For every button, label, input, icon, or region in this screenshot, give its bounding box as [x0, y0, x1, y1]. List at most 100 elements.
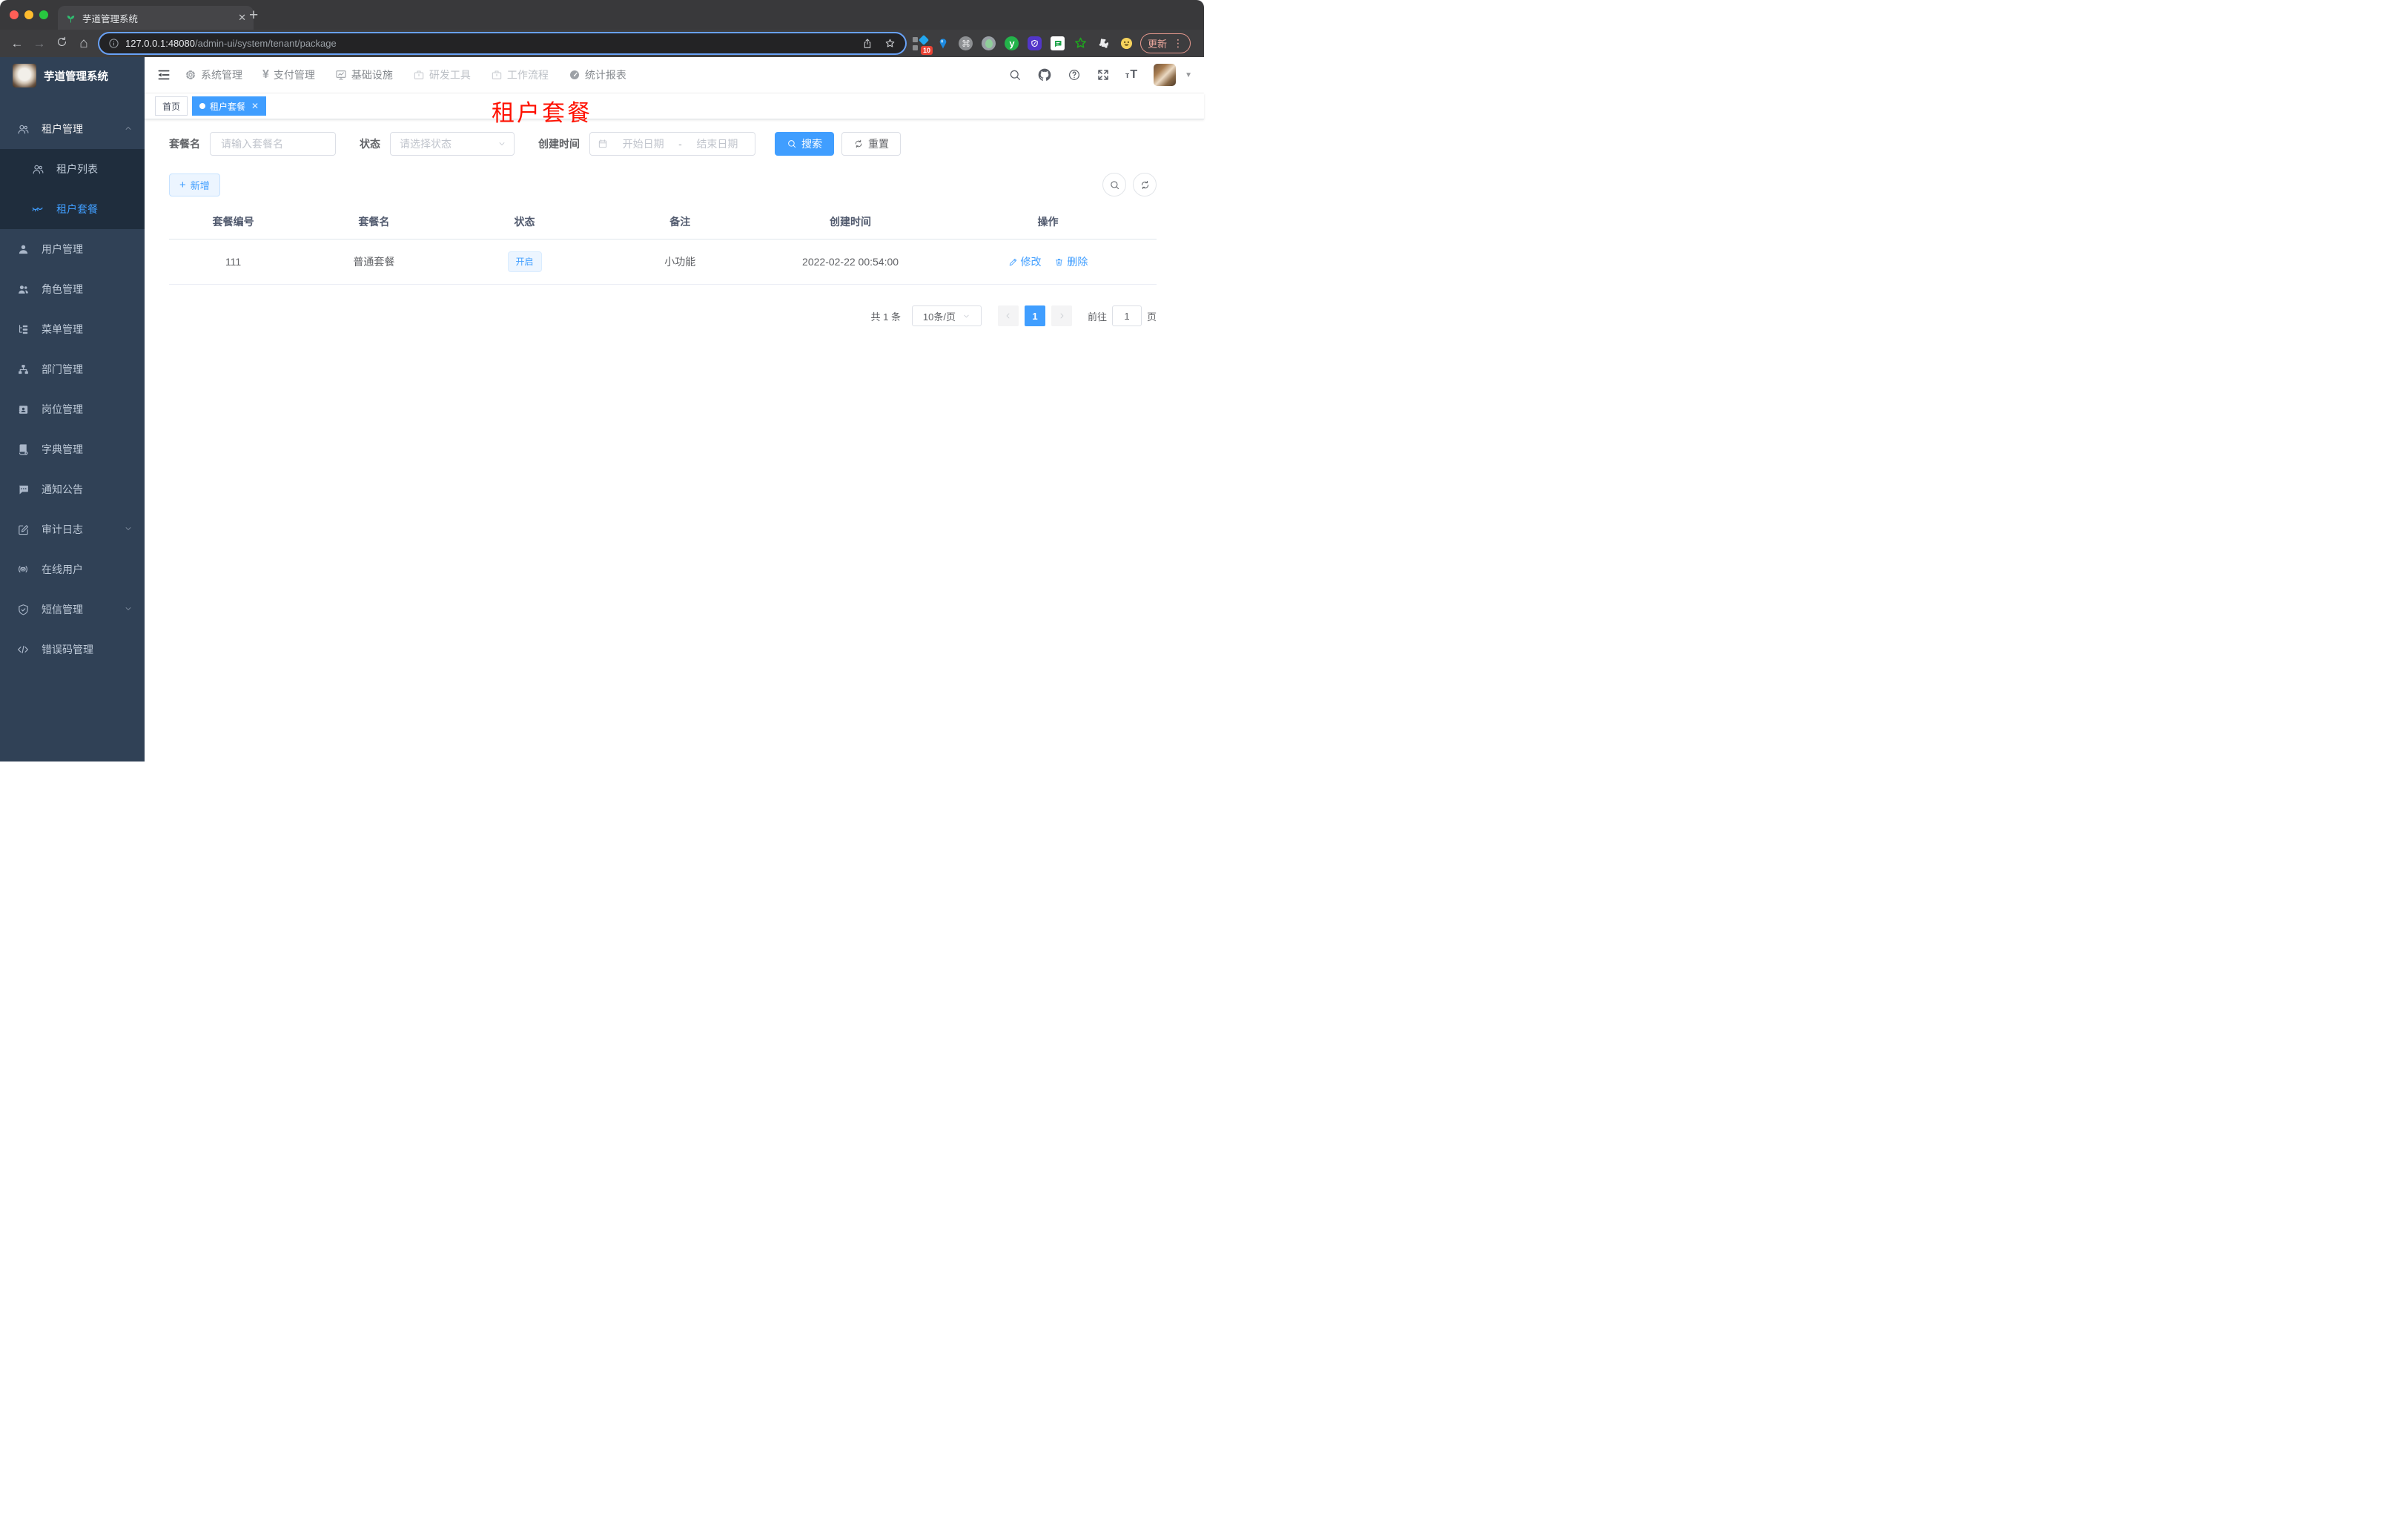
chevron-down-icon [964, 314, 969, 317]
kebab-menu-icon[interactable]: ⋮ [1173, 37, 1183, 50]
sidebar-item-sms-management[interactable]: 短信管理 [0, 589, 145, 630]
sidebar-item-department-management[interactable]: 部门管理 [0, 349, 145, 389]
sidebar-item-tenant-package[interactable]: 租户套餐 [0, 189, 145, 229]
sidebar-item-errorcode-management[interactable]: 错误码管理 [0, 630, 145, 670]
command-extension-icon[interactable]: ⌘ [959, 36, 973, 51]
chevron-left-icon [1006, 313, 1010, 319]
collapse-sidebar-icon[interactable] [156, 67, 171, 82]
org-icon [15, 363, 31, 376]
nav-item-payment[interactable]: ¥ 支付管理 [262, 67, 315, 82]
sidebar-item-menu-management[interactable]: 菜单管理 [0, 309, 145, 349]
smiley-extension-icon[interactable] [1119, 36, 1134, 51]
star-extension-icon[interactable] [1074, 36, 1088, 51]
puzzle-extension-icon[interactable] [1096, 36, 1111, 51]
toggle-search-button[interactable] [1102, 173, 1126, 196]
sidebar-item-audit-log[interactable]: 审计日志 [0, 509, 145, 549]
page-size-value: 10条/页 [922, 311, 956, 323]
nav-item-devtools[interactable]: 研发工具 [413, 67, 471, 82]
status-select[interactable]: 请选择状态 [390, 132, 515, 156]
tag-home[interactable]: 首页 [155, 96, 188, 116]
reset-button[interactable]: 重置 [841, 132, 901, 156]
next-page-button[interactable] [1051, 305, 1072, 326]
sidebar-item-post-management[interactable]: 岗位管理 [0, 389, 145, 429]
sidebar-item-label: 审计日志 [42, 523, 83, 535]
cell-package-id: 111 [169, 239, 298, 285]
nav-item-workflow[interactable]: 工作流程 [491, 67, 549, 82]
tag-close-icon[interactable]: ✕ [251, 101, 259, 111]
github-icon[interactable] [1037, 67, 1052, 82]
nav-item-infrastructure[interactable]: 基础设施 [335, 67, 393, 82]
sidebar-item-dict-management[interactable]: 字典管理 [0, 429, 145, 469]
sidebar-item-role-management[interactable]: 角色管理 [0, 269, 145, 309]
col-package-id: 套餐编号 [169, 205, 298, 239]
badge-icon [15, 403, 31, 416]
people-icon [15, 123, 31, 136]
sidebar-item-notice[interactable]: 通知公告 [0, 469, 145, 509]
sidebar-item-tenant-management[interactable]: 租户管理 [0, 109, 145, 149]
help-icon[interactable] [1068, 68, 1081, 82]
search-icon[interactable] [1008, 68, 1022, 82]
refresh-table-button[interactable] [1133, 173, 1157, 196]
maximize-window-button[interactable] [39, 10, 48, 19]
nav-item-system[interactable]: 系统管理 [185, 67, 242, 82]
y-extension-icon[interactable]: y [1005, 36, 1019, 51]
prev-page-button[interactable] [997, 305, 1019, 326]
status-badge[interactable]: 开启 [507, 251, 542, 272]
sidebar-item-tenant-list[interactable]: 租户列表 [0, 149, 145, 189]
date-start-placeholder[interactable]: 开始日期 [613, 136, 673, 151]
sidebar-item-label: 在线用户 [42, 564, 83, 575]
shield-check-icon [15, 604, 31, 616]
edit-link[interactable]: 修改 [1008, 254, 1042, 269]
package-name-input[interactable] [219, 137, 326, 151]
nav-item-reports[interactable]: 统计报表 [569, 67, 626, 82]
user-icon [15, 243, 31, 256]
balloon-extension-icon[interactable] [936, 36, 950, 51]
share-icon[interactable] [861, 38, 873, 50]
page-size-select[interactable]: 10条/页 [911, 305, 982, 326]
delete-link[interactable]: 删除 [1054, 254, 1088, 269]
col-remark: 备注 [598, 205, 762, 239]
forward-button[interactable]: → [28, 36, 50, 51]
gear-icon [185, 69, 196, 81]
package-table: 套餐编号 套餐名 状态 备注 创建时间 操作 111 普通套餐 开启 小功能 2 [169, 205, 1157, 285]
app-logo: 芋道管理系统 [0, 57, 145, 94]
new-tab-button[interactable]: + [249, 7, 258, 24]
shield-extension-icon[interactable] [1028, 36, 1042, 51]
url-bar[interactable]: 127.0.0.1:48080/admin-ui/system/tenant/p… [99, 33, 905, 53]
user-avatar[interactable] [1154, 64, 1177, 86]
close-window-button[interactable] [10, 10, 19, 19]
current-page-button[interactable]: 1 [1024, 305, 1045, 326]
chevron-down-icon[interactable]: ▼ [1185, 71, 1192, 79]
tags-view-bar: 首页 租户套餐 ✕ [145, 93, 1204, 119]
sidebar-item-user-management[interactable]: 用户管理 [0, 229, 145, 269]
font-size-icon[interactable]: тT [1125, 68, 1138, 82]
yen-icon: ¥ [262, 68, 269, 81]
refresh-icon [1141, 180, 1148, 189]
sidebar-item-label: 租户套餐 [56, 203, 98, 215]
goto-prefix: 前往 [1087, 311, 1107, 323]
minimize-window-button[interactable] [24, 10, 33, 19]
back-button[interactable]: ← [6, 36, 28, 51]
bookmark-star-icon[interactable] [884, 37, 896, 50]
home-button[interactable]: ⌂ [73, 36, 95, 52]
book-icon [15, 443, 31, 456]
search-button[interactable]: 搜索 [775, 132, 834, 156]
sprout-favicon-icon [67, 15, 75, 23]
browser-update-button[interactable]: 更新 ⋮ [1140, 33, 1191, 53]
date-range-picker[interactable]: 开始日期 - 结束日期 [589, 132, 755, 156]
tab-close-icon[interactable]: ✕ [238, 12, 246, 24]
table-row: 111 普通套餐 开启 小功能 2022-02-22 00:54:00 修改 删… [169, 239, 1157, 285]
goto-page-input[interactable] [1111, 305, 1142, 326]
reload-button[interactable] [50, 36, 73, 52]
tasks-extension-icon[interactable]: 10 [912, 34, 933, 55]
chat-extension-icon[interactable] [1051, 36, 1065, 51]
sidebar-item-online-users[interactable]: 在线用户 [0, 549, 145, 589]
add-button[interactable]: + 新增 [169, 173, 220, 196]
site-info-icon[interactable] [108, 38, 119, 49]
browser-tab[interactable]: 芋道管理系统 ✕ [58, 6, 254, 30]
date-end-placeholder[interactable]: 结束日期 [687, 136, 747, 151]
dot-extension-icon[interactable] [982, 36, 996, 51]
fullscreen-icon[interactable] [1096, 68, 1110, 82]
tag-tenant-package[interactable]: 租户套餐 ✕ [192, 96, 267, 116]
nav-label: 统计报表 [584, 69, 626, 81]
